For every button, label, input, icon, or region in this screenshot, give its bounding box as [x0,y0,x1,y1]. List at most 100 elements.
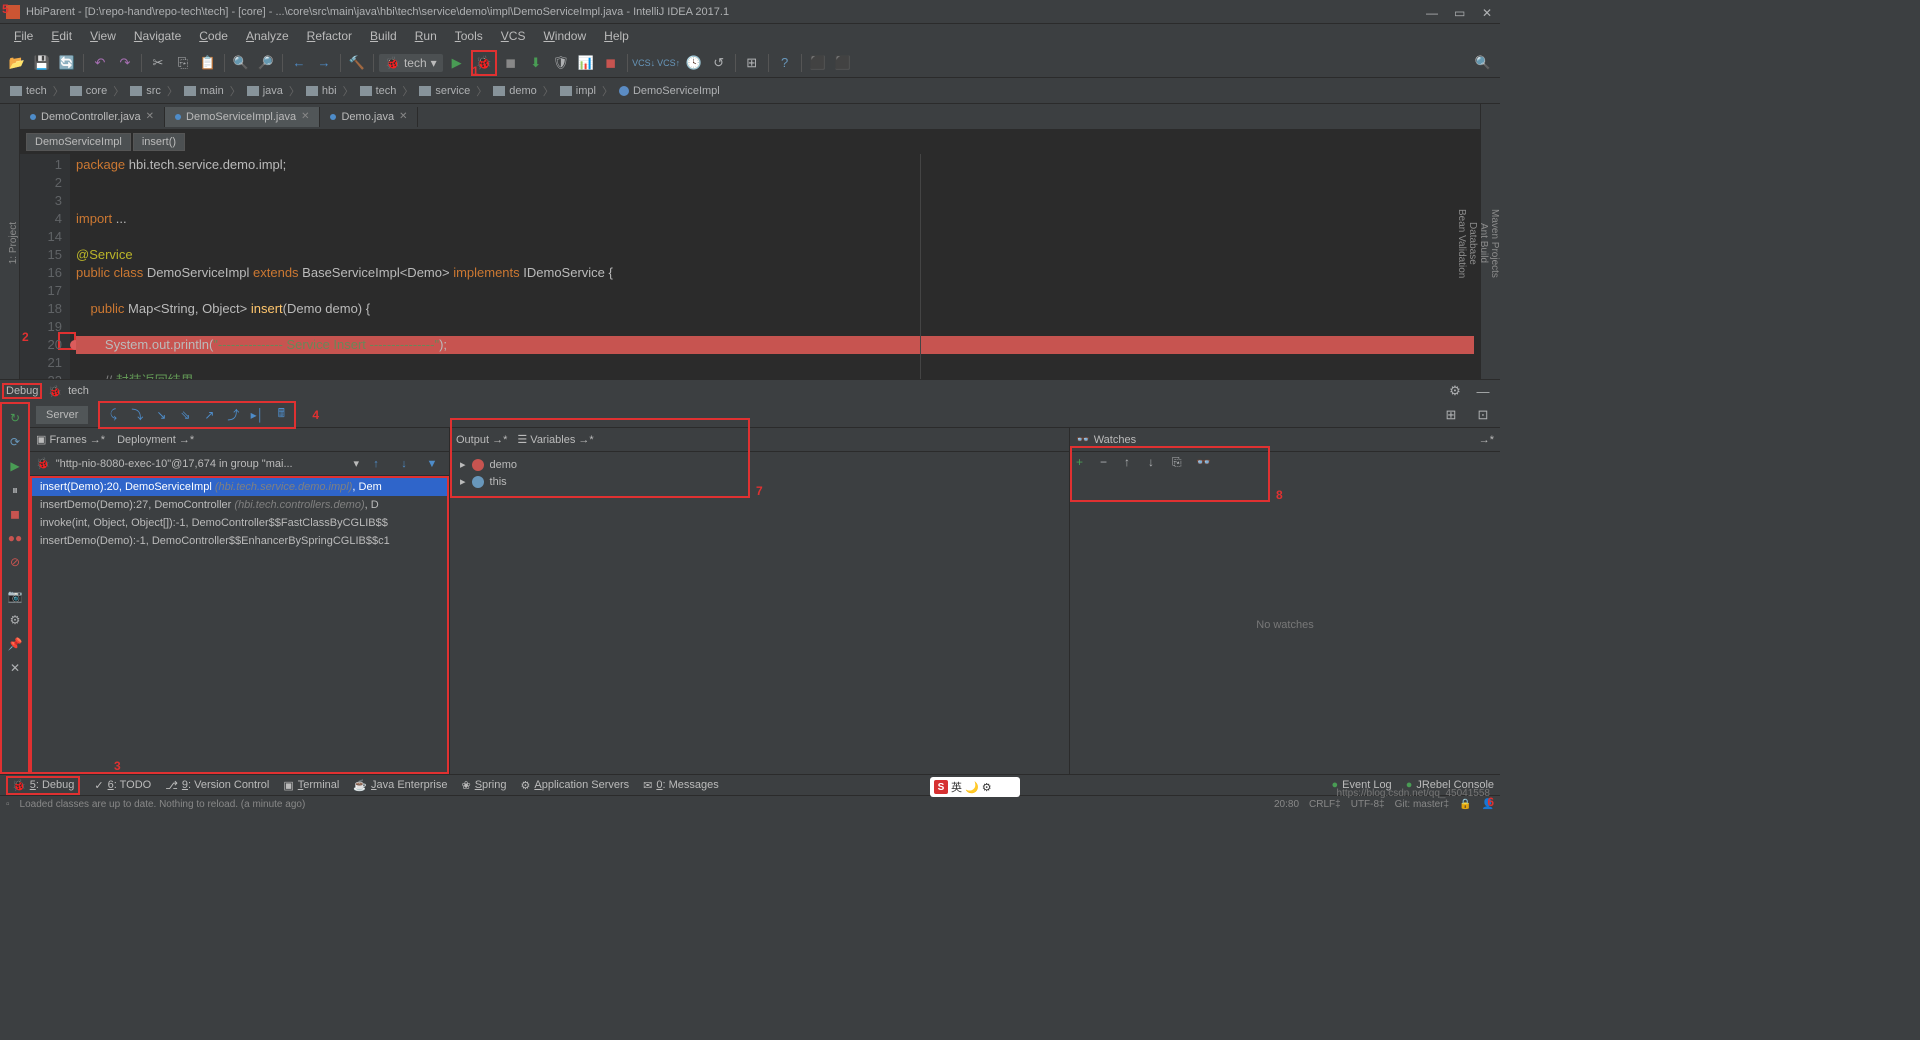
stack-frame[interactable]: insertDemo(Demo):-1, DemoController$$Enh… [32,532,447,550]
coverage-icon[interactable]: 🛡 [550,52,572,74]
minimize-icon[interactable]: — [1426,6,1438,18]
bottom-tab-javaenterprise[interactable]: ☕Java Enterprise [353,779,447,792]
close-tab-icon[interactable]: ✕ [399,111,407,122]
drop-frame-icon[interactable]: ⤴ [222,405,244,425]
stack-frame[interactable]: insertDemo(Demo):27, DemoController (hbi… [32,496,447,514]
close-panel-icon[interactable]: ✕ [5,658,25,678]
replace-icon[interactable]: 🔎 [255,52,277,74]
expand-icon[interactable]: ▸ [460,458,466,471]
update-icon[interactable]: ⟳ [5,432,25,452]
add-watch-icon[interactable]: + [1076,455,1094,473]
structure-tool[interactable]: 2: Structure [0,214,2,274]
maximize-icon[interactable]: ▭ [1454,6,1466,18]
next-frame-icon[interactable]: ↓ [393,454,415,474]
tab-DemoController.java[interactable]: DemoController.java✕ [20,107,165,127]
menu-vcs[interactable]: VCS [493,27,534,45]
nav-core[interactable]: core [66,83,111,99]
line-number[interactable]: 16 [22,264,62,282]
server-tab[interactable]: Server [36,406,88,424]
line-number[interactable]: 3 [22,192,62,210]
line-number[interactable]: 22 [22,372,62,379]
nav-tech[interactable]: tech [6,83,51,99]
settings-icon[interactable]: ⚙ [5,610,25,630]
restore-icon[interactable]: ⊡ [1472,404,1494,426]
show-exec-point-icon[interactable]: ⤹ [102,405,124,425]
step-out-icon[interactable]: ↗ [198,405,220,425]
sync-icon[interactable]: 🔄 [56,52,78,74]
status-lock-icon[interactable]: 🔒 [1459,799,1471,810]
show-watch-icon[interactable]: 👓 [1196,455,1214,473]
status-git[interactable]: Git: master‡ [1395,799,1449,810]
deployment-tab[interactable]: Deployment →* [117,434,194,446]
nav-tech[interactable]: tech [356,83,401,99]
code-content[interactable]: package hbi.tech.service.demo.impl;impor… [70,154,1480,379]
frames-list[interactable]: insert(Demo):20, DemoServiceImpl (hbi.te… [30,476,449,774]
crumb-DemoServiceImpl[interactable]: DemoServiceImpl [26,133,131,151]
undo-icon[interactable]: ↶ [89,52,111,74]
close-tab-icon[interactable]: ✕ [146,111,154,122]
nav-java[interactable]: java [243,83,287,99]
stop-debug-icon[interactable]: ◼ [5,504,25,524]
menu-window[interactable]: Window [535,27,594,45]
maven-tool[interactable]: Maven Projects [1489,205,1500,282]
stop-icon[interactable]: ◼ [500,52,522,74]
nav-DemoServiceImpl[interactable]: DemoServiceImpl [615,83,724,99]
frames-tab[interactable]: ▣ Frames →* [36,433,105,446]
line-number[interactable]: 4 [22,210,62,228]
watches-pin-icon[interactable]: →* [1479,434,1494,446]
find-icon[interactable]: 🔍 [230,52,252,74]
bottom-tab-messages[interactable]: ✉0: Messages [643,779,719,792]
code-line[interactable] [76,354,1474,372]
variable-row[interactable]: ▸demo [456,456,1063,473]
menu-edit[interactable]: Edit [43,27,80,45]
filter-icon[interactable]: ▼ [421,454,443,474]
code-line[interactable]: public class DemoServiceImpl extends Bas… [76,264,1474,282]
vcs-history-icon[interactable]: 🕓 [683,52,705,74]
back-icon[interactable]: ← [288,52,310,74]
code-line[interactable]: @Service [76,246,1474,264]
nav-impl[interactable]: impl [556,83,600,99]
code-line[interactable] [76,228,1474,246]
nav-src[interactable]: src [126,83,165,99]
build-icon[interactable]: 🔨 [346,52,368,74]
copy-icon[interactable]: ⎘ [172,52,194,74]
line-number[interactable]: 21 [22,354,62,372]
menu-build[interactable]: Build [362,27,405,45]
bottom-tab-applicationservers[interactable]: ⚙Application Servers [521,779,630,792]
search-everywhere-icon[interactable]: 🔍 [1472,52,1494,74]
line-number[interactable]: 15 [22,246,62,264]
open-icon[interactable]: 📂 [6,52,28,74]
redo-icon[interactable]: ↷ [114,52,136,74]
code-line[interactable]: System.out.println("--------------- Serv… [76,336,1474,354]
step-over-icon[interactable]: ⤵ [126,405,148,425]
rerun-icon[interactable]: ↻ [5,408,25,428]
code-line[interactable] [76,174,1474,192]
stack-frame[interactable]: invoke(int, Object, Object[]):-1, DemoCo… [32,514,447,532]
copy-watch-icon[interactable]: ⎘ [1172,455,1190,473]
stop2-icon[interactable]: ◼ [600,52,622,74]
menu-code[interactable]: Code [191,27,236,45]
nav-hbi[interactable]: hbi [302,83,341,99]
menu-tools[interactable]: Tools [447,27,491,45]
help-icon[interactable]: ? [774,52,796,74]
step-into-icon[interactable]: ↘ [150,405,172,425]
menu-file[interactable]: File [6,27,41,45]
thread-selector[interactable]: 🐞 "http-nio-8080-exec-10"@17,674 in grou… [30,452,449,476]
code-line[interactable]: package hbi.tech.service.demo.impl; [76,156,1474,174]
line-number[interactable]: 14 [22,228,62,246]
tab-DemoServiceImpl.java[interactable]: DemoServiceImpl.java✕ [165,107,320,127]
status-icon[interactable]: ▫ [6,799,10,810]
status-position[interactable]: 20:80 [1274,799,1299,810]
close-icon[interactable]: ✕ [1482,6,1494,18]
force-step-into-icon[interactable]: ⇘ [174,405,196,425]
up-watch-icon[interactable]: ↑ [1124,455,1142,473]
menu-navigate[interactable]: Navigate [126,27,189,45]
crumb-insert()[interactable]: insert() [133,133,185,151]
variables-tab[interactable]: ☰ Variables →* [517,433,593,446]
jr1-icon[interactable]: ⬛ [807,52,829,74]
forward-icon[interactable]: → [313,52,335,74]
vcs-revert-icon[interactable]: ↺ [708,52,730,74]
resume-icon[interactable]: ▶ [5,456,25,476]
bottom-tab-debug[interactable]: 🐞5: Debug [6,776,80,795]
pin-icon[interactable]: 📌 [5,634,25,654]
